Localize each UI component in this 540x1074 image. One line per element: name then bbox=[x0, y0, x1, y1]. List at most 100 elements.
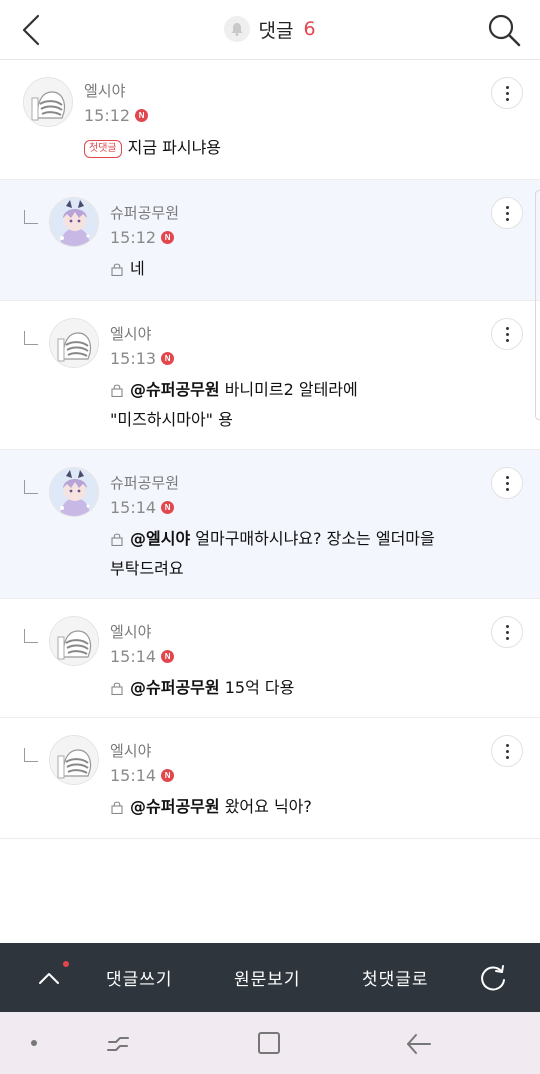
comment-count: 6 bbox=[303, 18, 316, 40]
comment-meta: 15:13 N bbox=[110, 349, 175, 368]
comment-text: 바니미르2 알테라에 bbox=[224, 380, 358, 399]
comment-text: 얼마구매하시냐요? 장소는 엘더마을 bbox=[195, 529, 435, 548]
more-icon bbox=[505, 624, 509, 628]
more-icon bbox=[505, 326, 509, 330]
reply-indicator-icon bbox=[24, 480, 38, 494]
more-options-button[interactable] bbox=[491, 616, 523, 648]
comment-meta: 15:14 N bbox=[110, 647, 175, 666]
comment-body: @슈퍼공무원 왔어요 닉아? bbox=[110, 792, 510, 822]
recent-apps-button[interactable] bbox=[104, 1030, 132, 1058]
new-badge: N bbox=[161, 501, 175, 514]
page-title: 댓글 6 bbox=[0, 14, 540, 44]
comment-text: 네 bbox=[130, 259, 145, 278]
ghost-avatar[interactable] bbox=[23, 77, 73, 127]
comment-item: 엘시야 15:14 N @슈퍼공무원 15억 다용 bbox=[0, 599, 540, 718]
comment-body: 네 bbox=[110, 254, 510, 284]
bottom-toolbar: 댓글쓰기 원문보기 첫댓글로 bbox=[0, 943, 540, 1012]
refresh-button[interactable] bbox=[476, 961, 510, 995]
home-icon bbox=[258, 1032, 280, 1054]
new-badge: N bbox=[161, 769, 175, 782]
chevron-up-icon bbox=[39, 973, 59, 984]
comment-text: 왔어요 닉아? bbox=[224, 797, 312, 816]
scroll-top-button[interactable] bbox=[34, 963, 64, 993]
system-back-button[interactable] bbox=[404, 1030, 434, 1058]
comment-text: 지금 파시냐용 bbox=[127, 138, 222, 157]
reply-indicator-icon bbox=[24, 210, 38, 224]
comment-body: 첫댓글 지금 파시냐용 bbox=[84, 133, 484, 163]
lock-icon bbox=[111, 384, 123, 397]
comment-text: "미즈하시마아" 용 bbox=[110, 410, 233, 429]
search-button[interactable] bbox=[482, 8, 526, 52]
comment-meta: 15:12 N bbox=[84, 106, 149, 125]
notification-dot bbox=[63, 961, 69, 967]
new-badge: N bbox=[135, 109, 149, 122]
more-options-button[interactable] bbox=[491, 467, 523, 499]
comment-text: 15억 다용 bbox=[224, 678, 295, 697]
system-nav-bar bbox=[0, 1012, 540, 1074]
back-arrow-icon bbox=[407, 1034, 431, 1054]
anime-avatar[interactable] bbox=[49, 197, 99, 247]
lock-icon bbox=[111, 263, 123, 276]
top-bar: 댓글 6 bbox=[0, 0, 540, 60]
more-options-button[interactable] bbox=[491, 77, 523, 109]
new-badge: N bbox=[161, 231, 175, 244]
lock-icon bbox=[111, 682, 123, 695]
more-options-button[interactable] bbox=[491, 735, 523, 767]
comment-author[interactable]: 슈퍼공무원 bbox=[110, 202, 179, 223]
reply-indicator-icon bbox=[24, 748, 38, 762]
ghost-avatar[interactable] bbox=[49, 735, 99, 785]
write-comment-button[interactable]: 댓글쓰기 bbox=[106, 965, 173, 990]
mention-link[interactable]: @슈퍼공무원 bbox=[130, 797, 220, 816]
comment-author[interactable]: 슈퍼공무원 bbox=[110, 472, 179, 493]
mention-link[interactable]: @엘시야 bbox=[130, 529, 190, 548]
comment-author[interactable]: 엘시야 bbox=[84, 80, 125, 101]
mention-link[interactable]: @슈퍼공무원 bbox=[130, 678, 220, 697]
more-icon bbox=[505, 85, 509, 89]
comment-time: 15:14 bbox=[110, 498, 157, 517]
view-original-button[interactable]: 원문보기 bbox=[234, 965, 301, 990]
first-comment-button[interactable]: 첫댓글로 bbox=[362, 965, 429, 990]
comment-time: 15:12 bbox=[110, 228, 157, 247]
first-comment-badge: 첫댓글 bbox=[84, 140, 122, 158]
refresh-icon bbox=[481, 965, 505, 991]
search-icon bbox=[488, 14, 521, 47]
comment-meta: 15:14 N bbox=[110, 766, 175, 785]
mention-link[interactable]: @슈퍼공무원 bbox=[130, 380, 220, 399]
recent-apps-icon bbox=[107, 1037, 129, 1051]
scrollbar[interactable] bbox=[535, 190, 540, 420]
comment-author[interactable]: 엘시야 bbox=[110, 621, 151, 642]
comment-author[interactable]: 엘시야 bbox=[110, 323, 151, 344]
more-icon bbox=[505, 475, 509, 479]
reply-indicator-icon bbox=[24, 331, 38, 345]
comment-item: 엘시야 15:13 N @슈퍼공무원 바니미르2 알테라에 "미즈하시마아" 용 bbox=[0, 301, 540, 450]
more-icon bbox=[505, 205, 509, 209]
comment-time: 15:14 bbox=[110, 766, 157, 785]
lock-icon bbox=[111, 533, 123, 546]
reply-indicator-icon bbox=[24, 629, 38, 643]
comment-meta: 15:12 N bbox=[110, 228, 175, 247]
more-options-button[interactable] bbox=[491, 318, 523, 350]
comment-item: 슈퍼공무원 15:14 N @엘시야 얼마구매하시냐요? 장소는 엘더마을 부탁… bbox=[0, 450, 540, 599]
anime-avatar[interactable] bbox=[49, 467, 99, 517]
new-badge: N bbox=[161, 352, 175, 365]
comment-meta: 15:14 N bbox=[110, 498, 175, 517]
nav-dot-icon bbox=[31, 1040, 37, 1046]
home-button[interactable] bbox=[256, 1030, 282, 1056]
comment-body: @슈퍼공무원 15억 다용 bbox=[110, 673, 510, 703]
title-label: 댓글 bbox=[258, 19, 294, 42]
comment-body: @엘시야 얼마구매하시냐요? 장소는 엘더마을 부탁드려요 bbox=[110, 524, 510, 584]
comment-time: 15:13 bbox=[110, 349, 157, 368]
more-options-button[interactable] bbox=[491, 197, 523, 229]
comment-time: 15:14 bbox=[110, 647, 157, 666]
lock-icon bbox=[111, 801, 123, 814]
comment-item: 엘시야 15:12 N 첫댓글 지금 파시냐용 bbox=[0, 60, 540, 180]
comment-text: 부탁드려요 bbox=[110, 559, 184, 578]
ghost-avatar[interactable] bbox=[49, 318, 99, 368]
ghost-avatar[interactable] bbox=[49, 616, 99, 666]
comment-author[interactable]: 엘시야 bbox=[110, 740, 151, 761]
bell-icon[interactable] bbox=[224, 16, 251, 42]
comment-item: 엘시야 15:14 N @슈퍼공무원 왔어요 닉아? bbox=[0, 718, 540, 839]
more-icon bbox=[505, 743, 509, 747]
comment-time: 15:12 bbox=[84, 106, 131, 125]
comment-list: 엘시야 15:12 N 첫댓글 지금 파시냐용 슈퍼공무원 15:12 N 네 … bbox=[0, 60, 540, 839]
